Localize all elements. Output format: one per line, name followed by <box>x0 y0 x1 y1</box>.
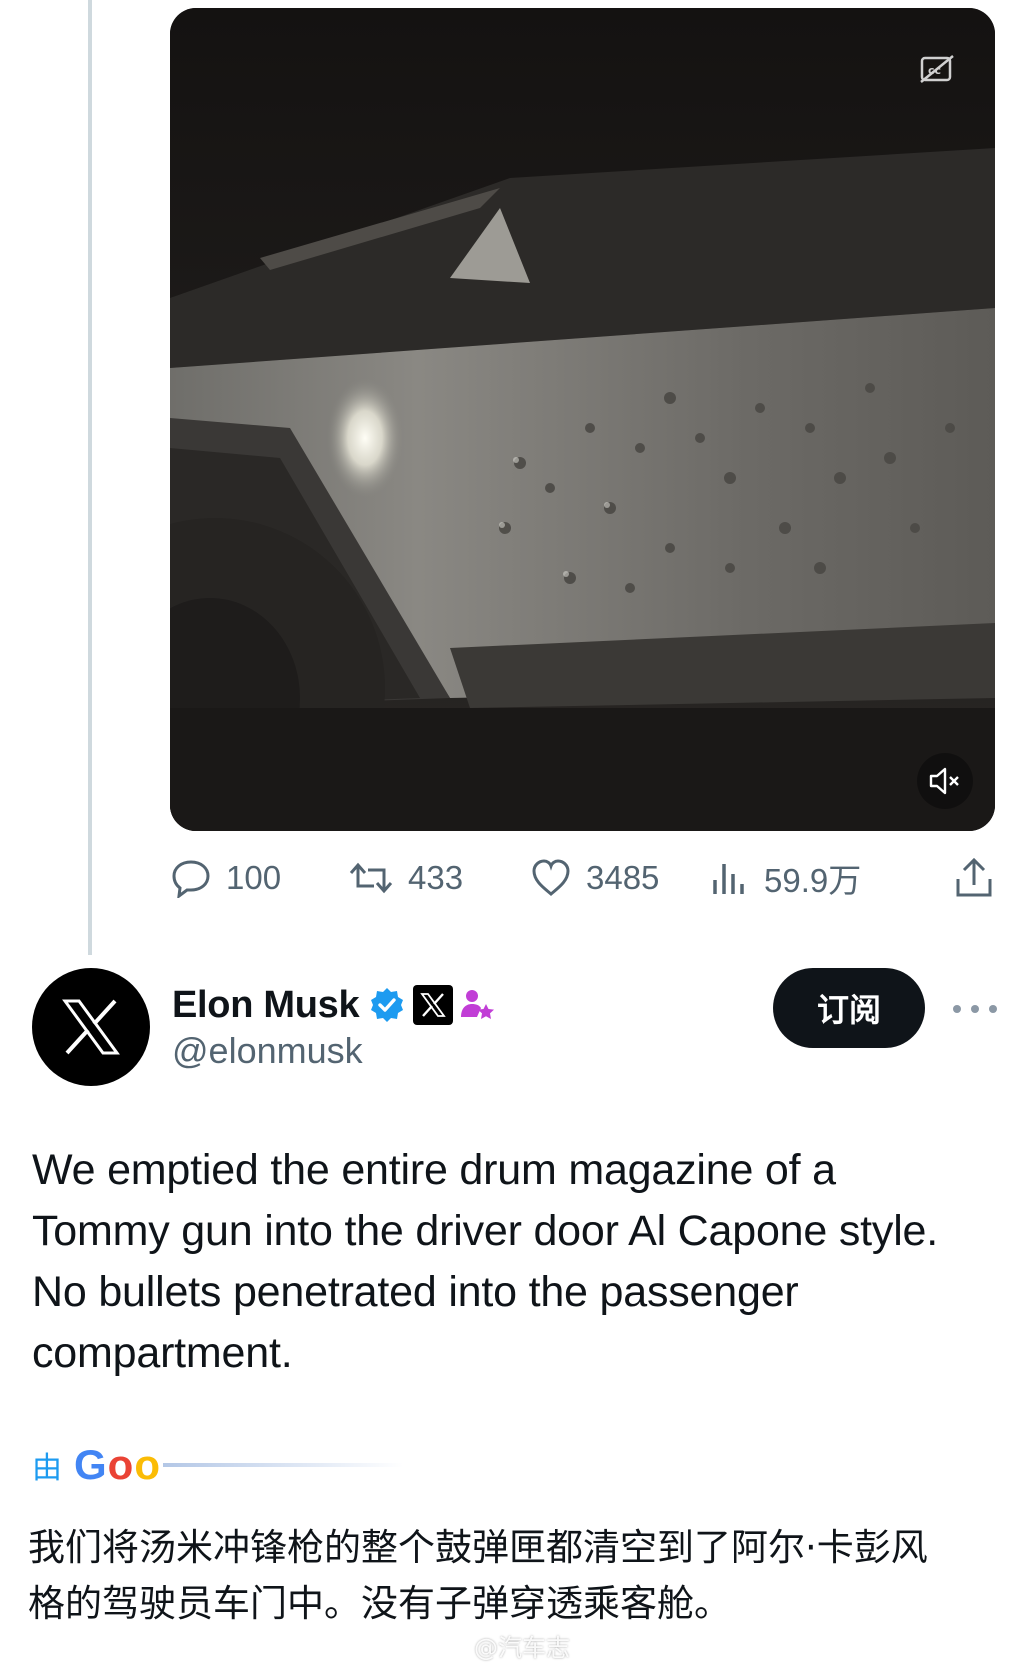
name-row: Elon Musk <box>172 980 495 1030</box>
subscribe-button[interactable]: 订阅 <box>773 968 925 1048</box>
like-button[interactable]: 3485 <box>530 852 659 904</box>
heart-icon <box>532 859 570 896</box>
watermark: @汽车志 <box>440 1628 570 1663</box>
x-logo-icon <box>62 999 120 1055</box>
retweet-button[interactable]: 433 <box>348 852 463 904</box>
like-count: 3485 <box>586 859 660 896</box>
analytics-bars-icon <box>713 864 744 894</box>
mute-toggle-button[interactable] <box>917 753 973 809</box>
share-button[interactable] <box>952 852 1010 904</box>
view-count: 59.9万 <box>764 862 862 899</box>
tweet-text: We emptied the entire drum magazine of a… <box>32 1146 939 1377</box>
verified-badge-icon <box>371 988 404 1022</box>
person-star-icon <box>461 990 495 1019</box>
more-options-button[interactable] <box>953 994 997 1024</box>
user-handle[interactable]: @elonmusk <box>172 1030 363 1072</box>
video-frame <box>170 8 995 831</box>
reply-icon <box>172 860 210 898</box>
video-player[interactable]: cc <box>170 8 995 831</box>
share-icon <box>956 857 992 897</box>
translation-attribution[interactable]: 由 Goo <box>32 1440 403 1490</box>
reply-button[interactable]: 100 <box>170 852 281 904</box>
loading-fade-bar <box>162 1463 403 1467</box>
tweet-author-header: Elon Musk @elonmusk 订阅 <box>32 968 997 1088</box>
google-logo: Goo <box>74 1441 161 1488</box>
translated-text: 我们将汤米冲锋枪的整个鼓弹匣都清空到了阿尔·卡彭风 格的驾驶员车门中。没有子弹穿… <box>28 1526 928 1625</box>
more-dot <box>953 1005 961 1013</box>
display-name[interactable]: Elon Musk <box>172 984 360 1027</box>
retweet-count: 433 <box>408 859 464 896</box>
volume-muted-icon <box>929 767 959 795</box>
translated-by-label: 由 <box>32 1451 62 1486</box>
captions-off-icon[interactable]: cc <box>919 54 955 84</box>
avatar[interactable] <box>32 968 150 1086</box>
weibo-logo-icon <box>441 1636 469 1657</box>
more-dot <box>971 1005 979 1013</box>
x-affiliation-badge-icon <box>413 985 454 1025</box>
more-dot <box>989 1005 997 1013</box>
watermark-text: @汽车志 <box>474 1634 570 1662</box>
reply-count: 100 <box>226 859 282 896</box>
retweet-icon <box>349 862 393 894</box>
thread-connector-line <box>88 0 92 955</box>
tweet-action-bar: 100 433 3485 59.9万 <box>170 852 1000 904</box>
views-button[interactable]: 59.9万 <box>710 852 861 904</box>
